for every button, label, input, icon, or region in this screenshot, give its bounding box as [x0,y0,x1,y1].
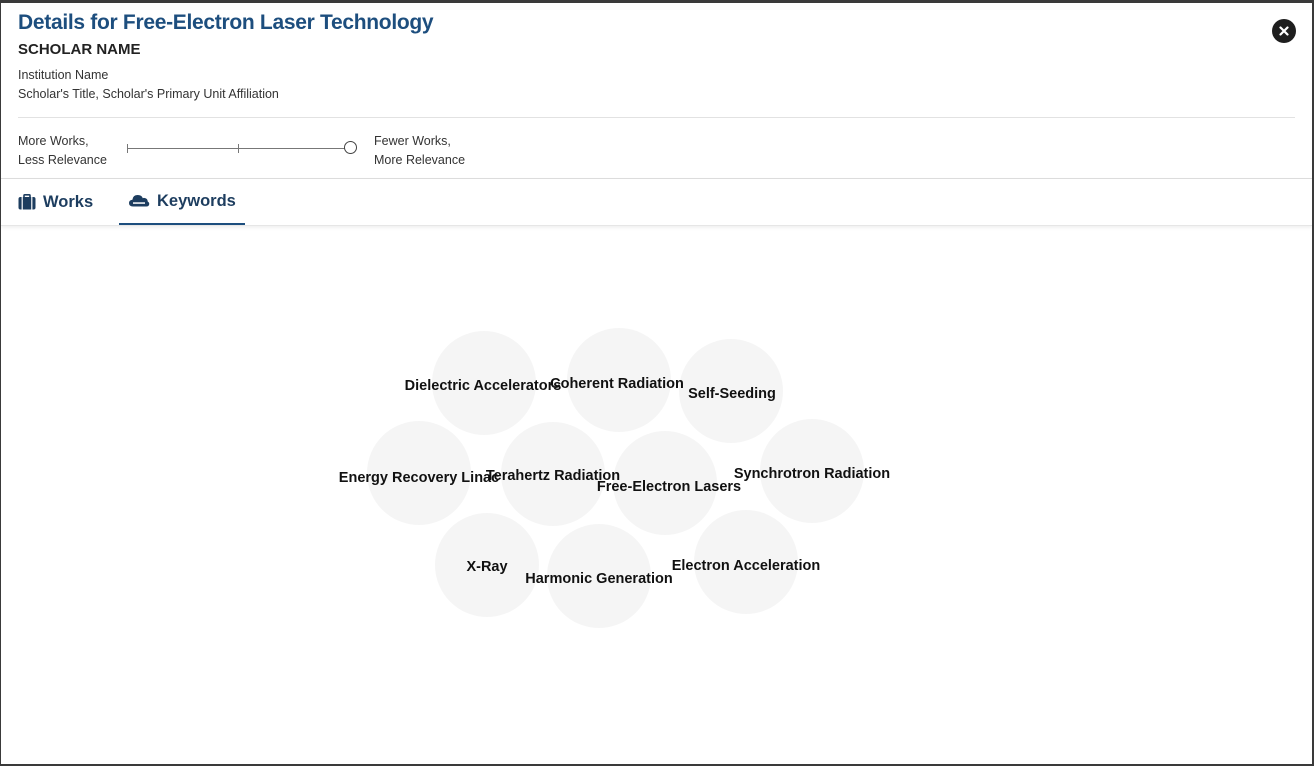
relevance-slider[interactable] [127,140,357,156]
tab-keywords-label: Keywords [157,191,236,210]
slider-left-label: More Works, Less Relevance [18,132,107,170]
scholar-affiliation: Scholar's Title, Scholar's Primary Unit … [18,87,279,101]
keyword-bubble-chart: Dielectric AcceleratorsCoherent Radiatio… [339,328,890,628]
cloud-icon [128,193,150,209]
slider-tick [127,144,128,153]
slider-left-line1: More Works, [18,134,89,148]
header-divider [18,117,1295,118]
details-modal: Details for Free-Electron Laser Technolo… [1,3,1312,764]
close-icon [1279,26,1289,36]
keyword-cloud-panel: Dielectric Accelerators Coherent Radiatio… [1,225,1312,764]
keyword-label: Dielectric Accelerators [405,378,562,394]
briefcase-icon [18,194,36,210]
institution-name: Institution Name [18,68,109,82]
slider-left-line2: Less Relevance [18,153,107,167]
slider-tick [238,144,239,153]
keyword-label: Self-Seeding [688,386,776,402]
keyword-label: Coherent Radiation [550,376,684,392]
page-title: Details for Free-Electron Laser Technolo… [18,11,434,34]
slider-right-label: Fewer Works, More Relevance [374,132,465,170]
slider-thumb[interactable] [344,141,357,154]
slider-right-line1: Fewer Works, [374,134,451,148]
keyword-label: Harmonic Generation [525,571,672,587]
tab-works-label: Works [43,192,94,211]
close-button[interactable] [1272,19,1296,43]
keyword-label: Electron Acceleration [672,558,821,574]
keyword-label: Energy Recovery Linac [339,470,499,486]
slider-track [127,148,351,149]
keyword-label: X-Ray [466,559,507,575]
tab-bar: Works Keywords [1,178,1312,226]
tab-keywords[interactable]: Keywords [119,179,245,225]
scholar-name: SCHOLAR NAME [18,41,141,58]
slider-right-line2: More Relevance [374,153,466,167]
tab-works[interactable]: Works [18,179,93,225]
modal-header: Details for Free-Electron Laser Technolo… [1,3,1312,178]
keyword-label: Synchrotron Radiation [734,466,890,482]
keyword-label: Free-Electron Lasers [597,479,741,495]
